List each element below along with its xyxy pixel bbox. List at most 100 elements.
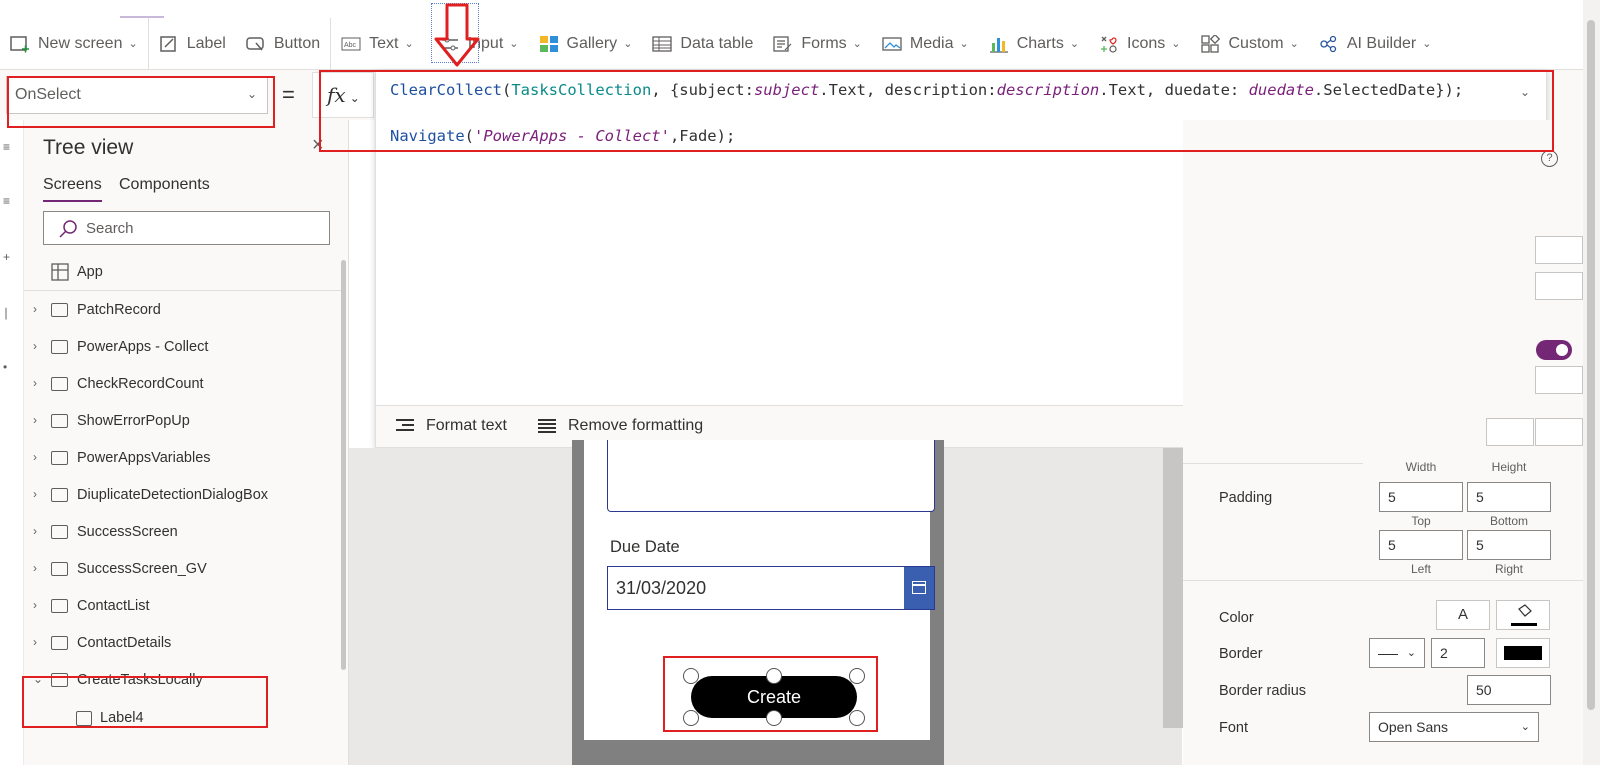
due-date-value: 31/03/2020 xyxy=(616,578,707,598)
equals-sign: = xyxy=(282,82,295,107)
property-field[interactable] xyxy=(1535,418,1583,446)
hamburger-icon[interactable]: ≡ xyxy=(3,140,10,154)
close-icon[interactable]: × xyxy=(312,134,324,157)
tab-screens[interactable]: Screens xyxy=(43,176,102,202)
resize-handle[interactable] xyxy=(683,668,699,684)
tree-item-label: SuccessScreen_GV xyxy=(77,561,207,577)
property-field[interactable] xyxy=(1486,418,1534,446)
padding-right-input[interactable]: 5 xyxy=(1467,530,1551,560)
description-textarea[interactable] xyxy=(607,440,935,512)
chevron-right-icon[interactable]: › xyxy=(33,635,37,649)
chevron-right-icon[interactable]: › xyxy=(33,376,37,390)
border-radius-label: Border radius xyxy=(1219,683,1307,699)
tree-item-label: SuccessScreen xyxy=(77,524,178,540)
padding-bottom-input[interactable]: 5 xyxy=(1467,482,1551,512)
due-date-label: Due Date xyxy=(610,538,680,556)
chevron-down-icon[interactable]: ⌄ xyxy=(33,672,43,686)
resize-handle[interactable] xyxy=(849,710,865,726)
tree-view-panel: Tree view × Screens Components Search Ap… xyxy=(24,120,349,765)
property-field[interactable] xyxy=(1535,366,1583,394)
format-text-icon xyxy=(396,419,416,433)
font-dropdown[interactable]: Open Sans ⌄ xyxy=(1369,712,1539,742)
layers-icon[interactable]: ≡ xyxy=(3,194,10,208)
tree-item-screen[interactable]: › SuccessScreen xyxy=(24,514,344,551)
tree-item-screen[interactable]: › CheckRecordCount xyxy=(24,366,344,403)
chevron-right-icon[interactable]: › xyxy=(33,487,37,501)
control-ref: subject xyxy=(753,81,820,99)
text-color-picker[interactable]: A xyxy=(1436,600,1490,630)
icons-button[interactable]: Icons ⌄ xyxy=(1089,18,1190,70)
search-icon xyxy=(58,219,78,239)
resize-handle[interactable] xyxy=(766,668,782,684)
property-field[interactable] xyxy=(1535,236,1583,264)
new-screen-button[interactable]: New screen ⌄ xyxy=(0,18,148,70)
chevron-right-icon[interactable]: › xyxy=(33,561,37,575)
fx-button[interactable]: fx ⌄ xyxy=(312,72,374,118)
formula-line-1: ClearCollect(TasksCollection, {subject:s… xyxy=(390,81,1463,99)
chevron-right-icon[interactable]: › xyxy=(33,302,37,316)
tree-item-screen[interactable]: › DiuplicateDetectionDialogBox xyxy=(24,477,344,514)
screen-icon xyxy=(51,414,68,428)
button-button[interactable]: Button xyxy=(236,18,330,70)
custom-icon xyxy=(1200,33,1221,53)
properties-panel: Width Height Padding 5 5 Top Bottom 5 5 … xyxy=(1183,120,1600,765)
resize-handle[interactable] xyxy=(849,668,865,684)
tree-item-screen[interactable]: › PowerAppsVariables xyxy=(24,440,344,477)
tree-item-app[interactable]: App xyxy=(24,254,344,291)
chevron-right-icon[interactable]: › xyxy=(33,339,37,353)
ai-builder-button[interactable]: AI Builder ⌄ xyxy=(1309,18,1442,70)
custom-button[interactable]: Custom ⌄ xyxy=(1191,18,1309,70)
tree-search-input[interactable]: Search xyxy=(43,211,330,245)
border-width-input[interactable]: 2 xyxy=(1431,638,1485,668)
text-button[interactable]: Abc Text ⌄ xyxy=(331,18,424,70)
tree-item-screen[interactable]: › ShowErrorPopUp xyxy=(24,403,344,440)
code: .Text, duedate: xyxy=(1099,81,1249,99)
canvas-scrollbar[interactable] xyxy=(1163,448,1183,728)
charts-button[interactable]: Charts ⌄ xyxy=(979,18,1089,70)
tab-components[interactable]: Components xyxy=(119,176,210,200)
padding-top-input[interactable]: 5 xyxy=(1379,482,1463,512)
fill-color-picker[interactable] xyxy=(1496,600,1550,630)
insert-icon[interactable]: + xyxy=(3,250,10,264)
tree-item-screen[interactable]: › ContactList xyxy=(24,588,344,625)
label-button[interactable]: Label xyxy=(149,18,236,70)
tree-item-screen[interactable]: › ContactDetails xyxy=(24,625,344,662)
media-button[interactable]: Media ⌄ xyxy=(872,18,979,70)
resize-handle[interactable] xyxy=(766,710,782,726)
visible-toggle[interactable] xyxy=(1536,340,1572,360)
property-dropdown[interactable]: OnSelect ⌄ xyxy=(6,76,268,114)
tree-item-screen-selected[interactable]: ⌄ CreateTasksLocally xyxy=(24,662,344,699)
tree-item-screen[interactable]: › PatchRecord xyxy=(24,292,344,329)
border-style-dropdown[interactable]: ⌄ xyxy=(1369,638,1425,668)
remove-formatting-label: Remove formatting xyxy=(568,417,704,434)
page-scrollbar-thumb[interactable] xyxy=(1587,20,1595,710)
forms-button[interactable]: Forms ⌄ xyxy=(763,18,872,70)
chevron-down-icon: ⌄ xyxy=(1406,647,1416,659)
property-dropdown[interactable] xyxy=(1535,272,1583,300)
tree-item-screen[interactable]: › PowerApps - Collect xyxy=(24,329,344,366)
media-rail-icon[interactable]: • xyxy=(3,360,7,374)
border-radius-input[interactable]: 50 xyxy=(1467,675,1551,705)
chevron-right-icon[interactable]: › xyxy=(33,450,37,464)
remove-formatting-button[interactable]: Remove formatting xyxy=(538,417,703,435)
calendar-button[interactable] xyxy=(904,567,934,609)
chevron-right-icon[interactable]: › xyxy=(33,524,37,538)
due-date-picker[interactable]: 31/03/2020 xyxy=(607,566,935,610)
tree-item-label: ContactList xyxy=(77,598,150,614)
padding-left-input[interactable]: 5 xyxy=(1379,530,1463,560)
resize-handle[interactable] xyxy=(683,710,699,726)
collapse-chevron-icon[interactable]: ⌄ xyxy=(1520,85,1530,99)
text-icon: Abc xyxy=(341,35,361,53)
data-table-button[interactable]: Data table xyxy=(642,18,763,70)
tree-item-control[interactable]: Label4 xyxy=(24,700,344,737)
chevron-right-icon[interactable]: › xyxy=(33,598,37,612)
help-icon[interactable]: ? xyxy=(1541,150,1558,167)
page-scrollbar[interactable] xyxy=(1583,0,1600,765)
tree-item-screen[interactable]: › SuccessScreen_GV xyxy=(24,551,344,588)
chevron-right-icon[interactable]: › xyxy=(33,413,37,427)
top-strip xyxy=(0,0,1600,18)
format-text-button[interactable]: Format text xyxy=(396,417,507,435)
gallery-button[interactable]: Gallery ⌄ xyxy=(529,18,643,70)
border-color-picker[interactable] xyxy=(1496,638,1550,668)
data-icon[interactable]: ∣ xyxy=(3,306,9,320)
